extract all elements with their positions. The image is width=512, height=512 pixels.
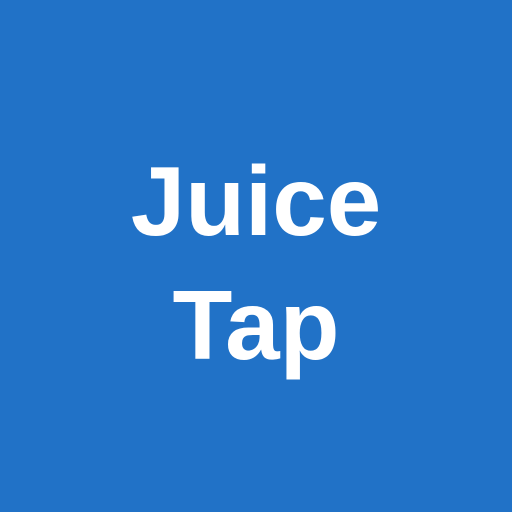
app-title-line-2: Tap [172, 270, 340, 380]
app-icon: Juice Tap [0, 0, 512, 512]
app-title-line-1: Juice [130, 146, 382, 256]
